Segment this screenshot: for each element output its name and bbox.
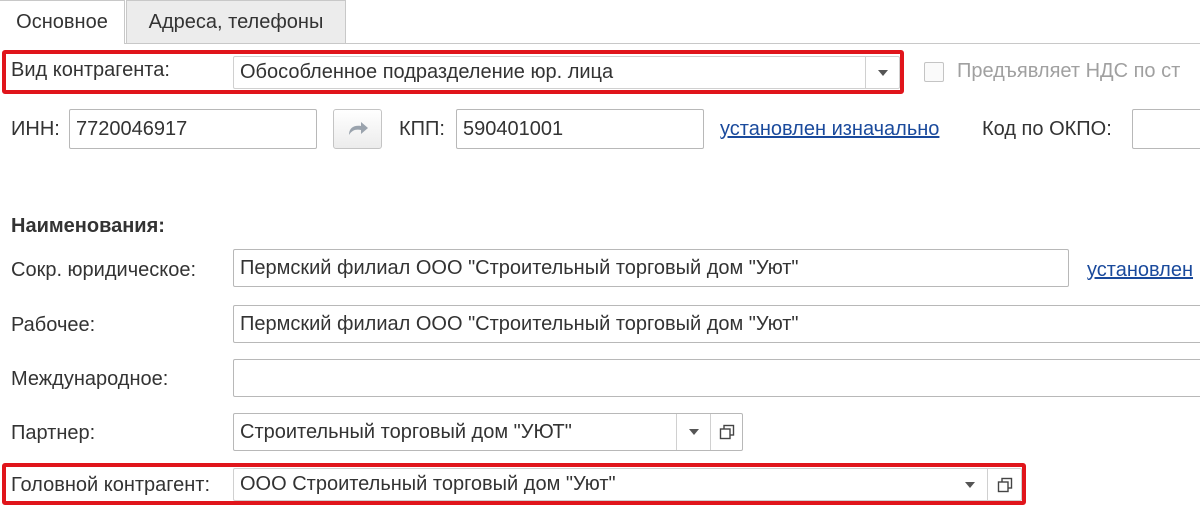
partner-dropdown-button[interactable] bbox=[676, 414, 710, 450]
working-name-input[interactable]: Пермский филиал ООО "Строительный торгов… bbox=[233, 305, 1200, 343]
partner-select[interactable]: Строительный торговый дом "УЮТ" bbox=[233, 413, 743, 451]
refresh-inn-button[interactable] bbox=[333, 109, 382, 149]
okpo-input[interactable] bbox=[1132, 109, 1200, 149]
head-counterparty-label: Головной контрагент: bbox=[11, 474, 211, 496]
inn-value: 7720046917 bbox=[76, 117, 188, 140]
head-counterparty-select[interactable]: ООО Строительный торговый дом "Уют" bbox=[233, 468, 1022, 501]
chevron-down-icon bbox=[877, 69, 888, 76]
counterparty-form: Основное Адреса, телефоны Вид контрагент… bbox=[0, 0, 1200, 506]
kind-select[interactable]: Обособленное подразделение юр. лица bbox=[233, 56, 900, 89]
names-heading: Наименования: bbox=[11, 215, 165, 237]
partner-value: Строительный торговый дом "УЮТ" bbox=[240, 420, 572, 443]
head-dropdown-button[interactable] bbox=[953, 469, 987, 500]
tab-main[interactable]: Основное bbox=[0, 0, 125, 44]
kind-value: Обособленное подразделение юр. лица bbox=[240, 61, 614, 83]
okpo-label: Код по ОКПО: bbox=[982, 118, 1112, 140]
short-legal-input[interactable]: Пермский филиал ООО "Строительный торгов… bbox=[233, 249, 1069, 287]
open-window-icon bbox=[997, 477, 1012, 492]
kind-dropdown-button[interactable] bbox=[865, 57, 899, 88]
chevron-down-icon bbox=[965, 481, 975, 488]
vat-checkbox[interactable] bbox=[924, 62, 944, 82]
head-counterparty-value: ООО Строительный торговый дом "Уют" bbox=[240, 473, 616, 495]
inn-label: ИНН: bbox=[11, 118, 60, 140]
short-legal-status-link[interactable]: установлен bbox=[1087, 259, 1193, 282]
international-name-input[interactable] bbox=[233, 359, 1200, 397]
short-legal-value: Пермский филиал ООО "Строительный торгов… bbox=[240, 256, 799, 279]
chevron-down-icon bbox=[688, 429, 699, 435]
refresh-arrow-icon bbox=[348, 122, 368, 135]
tab-addresses-phones[interactable]: Адреса, телефоны bbox=[126, 0, 346, 43]
working-name-value: Пермский филиал ООО "Строительный торгов… bbox=[240, 312, 799, 335]
open-window-icon bbox=[719, 424, 734, 440]
head-open-button[interactable] bbox=[987, 469, 1021, 500]
kpp-value: 590401001 bbox=[463, 117, 564, 140]
inn-input[interactable]: 7720046917 bbox=[69, 109, 317, 149]
kpp-label: КПП: bbox=[399, 118, 445, 140]
international-name-label: Международное: bbox=[11, 368, 169, 390]
tab-bar: Основное Адреса, телефоны bbox=[0, 0, 1200, 44]
partner-label: Партнер: bbox=[11, 422, 96, 444]
working-name-label: Рабочее: bbox=[11, 314, 96, 336]
vat-label: Предъявляет НДС по ст bbox=[957, 60, 1181, 82]
short-legal-label: Сокр. юридическое: bbox=[11, 259, 197, 281]
kpp-status-link[interactable]: установлен изначально bbox=[720, 118, 939, 141]
kpp-input[interactable]: 590401001 bbox=[456, 109, 704, 149]
partner-open-button[interactable] bbox=[710, 414, 742, 450]
kind-label: Вид контрагента: bbox=[11, 59, 170, 81]
